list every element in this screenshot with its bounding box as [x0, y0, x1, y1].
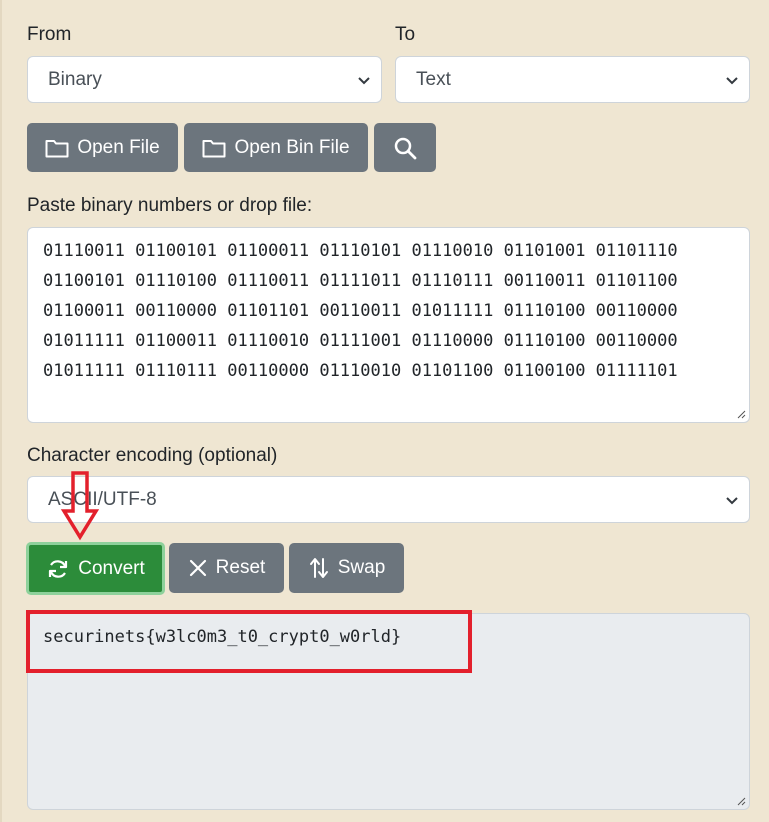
convert-label: Convert: [78, 557, 145, 579]
binary-input-textarea[interactable]: 01110011 01100101 01100011 01110101 0111…: [27, 227, 750, 423]
refresh-icon: [49, 559, 68, 578]
page-edge: [0, 0, 2, 822]
input-line: 01011111 01100011 01110010 01111001 0111…: [43, 331, 678, 351]
convert-button[interactable]: Convert: [26, 542, 165, 595]
resize-grip-icon[interactable]: [736, 796, 746, 806]
open-bin-file-label: Open Bin File: [234, 136, 350, 158]
to-label: To: [395, 24, 416, 45]
input-line: 01110011 01100101 01100011 01110101 0111…: [43, 241, 678, 261]
search-icon: [394, 137, 417, 159]
to-select[interactable]: Text: [395, 56, 750, 103]
reset-label: Reset: [215, 557, 266, 578]
folder-icon: [202, 139, 226, 157]
chevron-down-icon: [358, 77, 370, 85]
input-label: Paste binary numbers or drop file:: [27, 195, 313, 216]
search-button[interactable]: [374, 123, 436, 172]
open-bin-file-button[interactable]: Open Bin File: [184, 123, 368, 172]
down-arrow-annotation: [60, 471, 100, 541]
swap-button[interactable]: Swap: [289, 543, 404, 593]
to-selected-value: Text: [416, 69, 451, 90]
resize-grip-icon[interactable]: [736, 409, 746, 419]
input-line: 01100101 01110100 01110011 01111011 0111…: [43, 271, 678, 291]
open-file-button[interactable]: Open File: [27, 123, 178, 172]
close-icon: [189, 559, 206, 577]
swap-label: Swap: [337, 557, 386, 578]
reset-button[interactable]: Reset: [169, 543, 284, 593]
chevron-down-icon: [726, 77, 738, 85]
open-file-label: Open File: [77, 136, 160, 158]
flag-highlight-box: [26, 610, 472, 673]
input-line: 01100011 00110000 01101101 00110011 0101…: [43, 301, 678, 321]
swap-arrows-icon: [309, 558, 328, 578]
from-label: From: [27, 24, 72, 45]
folder-icon: [45, 139, 69, 157]
chevron-down-icon: [726, 497, 738, 505]
encoding-label: Character encoding (optional): [27, 445, 278, 466]
encoding-select[interactable]: ASCII/UTF-8: [27, 476, 750, 523]
from-select[interactable]: Binary: [27, 56, 382, 103]
from-selected-value: Binary: [48, 69, 102, 90]
input-line: 01011111 01110111 00110000 01110010 0110…: [43, 361, 678, 381]
